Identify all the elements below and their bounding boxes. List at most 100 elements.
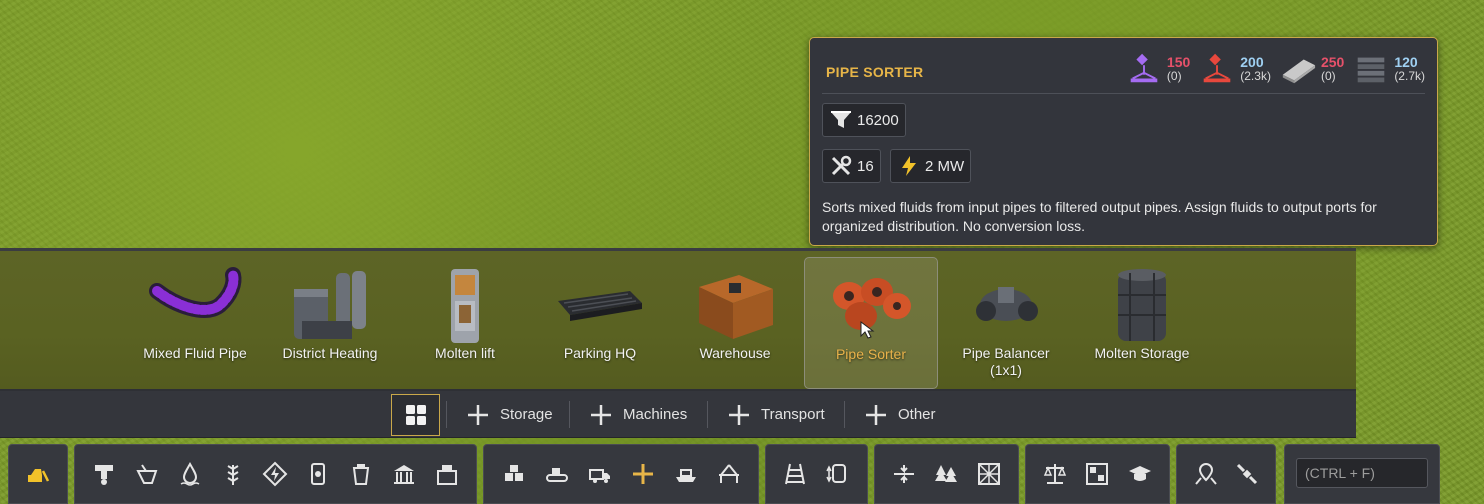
category-divider	[569, 401, 570, 428]
toolbar-group-management	[1025, 444, 1170, 504]
bridge-icon	[718, 464, 739, 483]
building-label: Parking HQ	[563, 345, 637, 361]
toolbar-trade-button[interactable]	[1041, 460, 1069, 488]
cost-stock: (0)	[1320, 69, 1336, 84]
toolbar-farming-button[interactable]	[133, 460, 161, 488]
building-mixed-fluid-pipe[interactable]: Mixed Fluid Pipe	[128, 257, 262, 389]
mining-icon	[95, 465, 114, 485]
building-molten-storage[interactable]: Molten Storage	[1075, 257, 1209, 389]
category-transport[interactable]: Transport	[727, 391, 825, 438]
grid-icon	[405, 405, 426, 425]
toolbar-power-button[interactable]	[261, 460, 289, 488]
government-building-icon	[393, 465, 414, 484]
railway-icon	[785, 463, 806, 485]
surface-grid-icon	[977, 463, 1000, 485]
category-label: Machines	[623, 406, 688, 423]
terrain-level-icon	[894, 465, 915, 483]
molten-lift-icon	[451, 269, 479, 343]
plus-icon	[866, 404, 886, 425]
pipe-cross-icon	[632, 464, 653, 484]
toolbar-fuel-button[interactable]	[304, 460, 332, 488]
tooltip-description: Sorts mixed fluids from input pipes to f…	[822, 199, 1377, 234]
toolbar-terrain-button[interactable]	[890, 460, 918, 488]
cost-amount: 120	[1394, 54, 1418, 71]
category-other[interactable]: Other	[864, 391, 936, 438]
cost-stock: (0)	[1166, 69, 1182, 84]
search-input[interactable]	[1296, 458, 1428, 488]
wrench-icon	[831, 155, 852, 176]
district-heating-icon	[294, 271, 366, 339]
building-warehouse[interactable]: Warehouse	[668, 257, 802, 389]
plus-icon	[468, 404, 488, 425]
toolbar-water-button[interactable]	[176, 460, 204, 488]
tooltip-title: PIPE SORTER	[826, 64, 924, 80]
toolbar-conveyor-button[interactable]	[543, 460, 571, 488]
blueprint-icon	[1086, 463, 1109, 485]
building-district-heating[interactable]: District Heating	[263, 257, 397, 389]
building-pipe-sorter[interactable]: Pipe Sorter	[804, 257, 938, 389]
cost-item: 200 (2.3k)	[1198, 50, 1271, 88]
power-chip: 2 MW	[890, 149, 972, 183]
bulldoze-button[interactable]	[24, 460, 52, 488]
toolbar-bridges-button[interactable]	[715, 460, 743, 488]
toolbar-blueprints-button[interactable]	[1083, 460, 1111, 488]
workers-chip: 16	[822, 149, 881, 183]
cost-amount: 250	[1320, 54, 1345, 71]
toolbar-government-button[interactable]	[390, 460, 418, 488]
cost-item: 120 (2.7k)	[1352, 50, 1425, 88]
category-storage[interactable]: Storage	[466, 391, 553, 438]
toolbar-group-world	[1176, 444, 1276, 504]
all-categories-button[interactable]	[391, 394, 440, 436]
toolbar-trees-button[interactable]	[932, 460, 960, 488]
toolbar-crates-button[interactable]	[500, 460, 528, 488]
category-divider	[446, 401, 447, 428]
bulldozer-icon	[28, 469, 50, 482]
toolbar-agriculture-button[interactable]	[219, 460, 247, 488]
power-value: 2 MW	[925, 157, 965, 175]
warehouse-icon	[699, 275, 773, 339]
toolbar-group-logistics	[483, 444, 759, 504]
toolbar-surface-button[interactable]	[975, 460, 1003, 488]
toolbar-research-button[interactable]	[1126, 460, 1154, 488]
mixed-fluid-pipe-icon	[149, 267, 242, 318]
toolbar-satellite-button[interactable]	[1233, 460, 1261, 488]
toolbar-vehicles-button[interactable]	[586, 460, 614, 488]
satellite-icon	[1236, 463, 1257, 485]
lightning-icon	[902, 156, 916, 176]
category-machines[interactable]: Machines	[589, 391, 687, 438]
toolbar-trains-button[interactable]	[824, 460, 852, 488]
toolbar-recycling-button[interactable]	[347, 460, 375, 488]
pipe-balancer-icon	[976, 287, 1038, 321]
throughput-value: 16200	[857, 111, 899, 129]
toolbar-rails-button[interactable]	[781, 460, 809, 488]
building-pipe-balancer[interactable]: Pipe Balancer (1x1)	[939, 257, 1073, 389]
throughput-chip: 16200	[822, 103, 906, 137]
truck-icon	[588, 469, 610, 483]
wheat-icon	[227, 465, 239, 485]
toolbar-map-button[interactable]	[1192, 460, 1220, 488]
toolbar-housing-button[interactable]	[433, 460, 461, 488]
building-molten-lift[interactable]: Molten lift	[398, 257, 532, 389]
map-pin-icon	[1194, 462, 1217, 485]
cost-item: 250 (0)	[1279, 50, 1344, 88]
building-parking-hq[interactable]: Parking HQ	[533, 257, 667, 389]
toolbar-group-production	[74, 444, 477, 504]
pipe-sorter-icon	[833, 278, 911, 339]
toolbar-pipes-button[interactable]	[629, 460, 657, 488]
building-label: Pipe Balancer (1x1)	[962, 345, 1050, 378]
fuel-barrel-icon	[311, 463, 326, 485]
construction-parts-purple-icon	[1130, 53, 1158, 83]
building-panel: Mixed Fluid Pipe District Heating Molten…	[0, 248, 1356, 391]
trees-icon	[935, 465, 958, 482]
building-tooltip: PIPE SORTER 150 (0) 200 (2.3k) 250 (0) 1…	[809, 37, 1438, 246]
steel-plate-icon	[1282, 59, 1316, 84]
parking-hq-icon	[558, 291, 642, 321]
toolbar-mining-button[interactable]	[90, 460, 118, 488]
cost-stock: (2.7k)	[1394, 69, 1425, 84]
toolbar-group-terrain	[874, 444, 1019, 504]
toolbar-ships-button[interactable]	[672, 460, 700, 488]
category-divider	[844, 401, 845, 428]
graduation-cap-icon	[1128, 466, 1151, 481]
plus-icon	[591, 404, 611, 425]
construction-parts-red-icon	[1203, 53, 1231, 83]
